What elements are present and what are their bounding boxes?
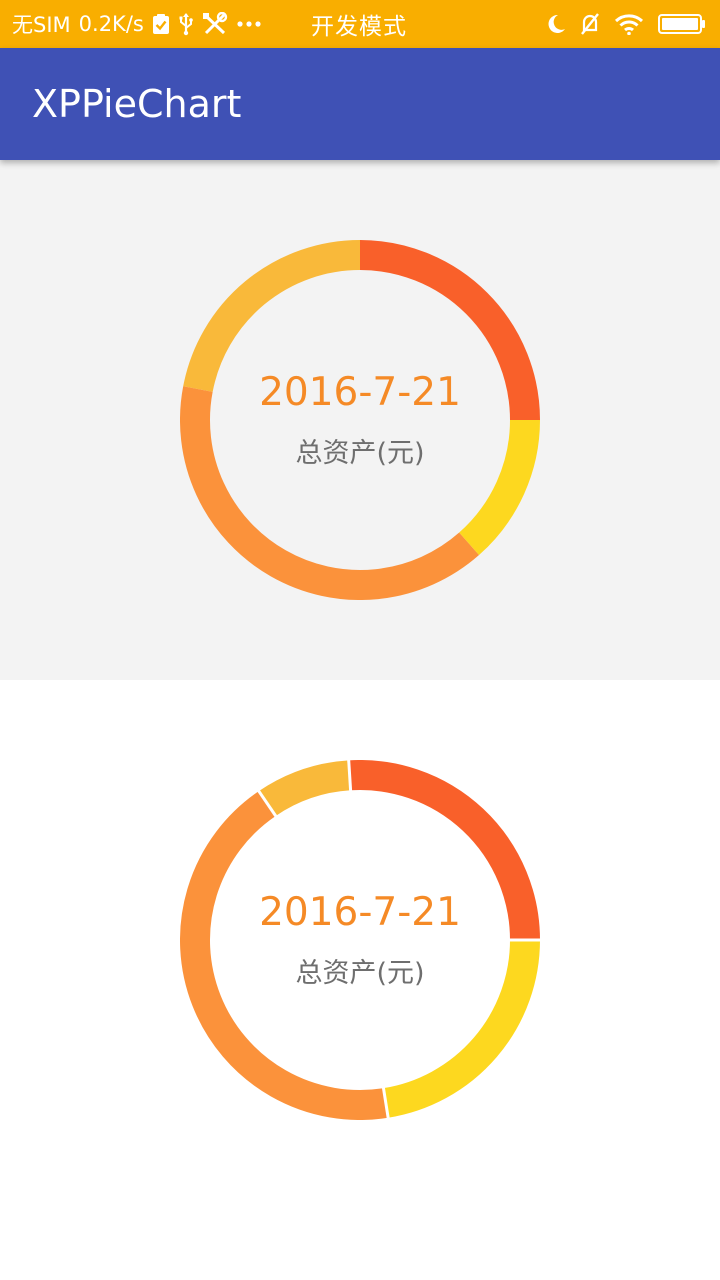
chart-1-center-label: 总资产(元) <box>295 438 425 469</box>
app-bar: XPPieChart <box>0 48 720 160</box>
app-title: XPPieChart <box>32 82 242 126</box>
battery-icon <box>658 13 706 35</box>
donut-2-slice-3[interactable] <box>180 791 389 1120</box>
usb-icon <box>178 12 194 36</box>
carrier-text: 无SIM <box>12 13 71 37</box>
donut-chart-1[interactable]: 2016-7-21 总资产(元) <box>180 240 540 600</box>
chart-2-center-date: 2016-7-21 <box>259 890 461 935</box>
checklist-icon <box>152 13 170 35</box>
donut-chart-1-svg <box>180 240 540 600</box>
donut-chart-2-svg <box>180 760 540 1120</box>
tools-icon <box>202 12 228 36</box>
chart-2-center-label: 总资产(元) <box>295 958 425 989</box>
pie-chart-panel-2: 2016-7-21 总资产(元) <box>0 680 720 1280</box>
status-bar-right <box>546 0 706 48</box>
status-bar-left: 无SIM 0.2K/s <box>12 0 262 48</box>
muted-bell-icon <box>580 13 600 35</box>
wifi-icon <box>614 13 644 35</box>
donut-2-separator-2 <box>347 760 353 792</box>
chart-1-center-date: 2016-7-21 <box>259 370 461 415</box>
developer-mode-label: 开发模式 <box>311 14 407 40</box>
donut-1-slice-3[interactable] <box>180 386 480 600</box>
more-dots-icon <box>236 20 262 28</box>
status-bar: 无SIM 0.2K/s 开发模式 <box>0 0 720 48</box>
moon-icon <box>546 13 566 35</box>
donut-2-slice-2[interactable] <box>258 760 351 817</box>
pie-chart-panel-1: 2016-7-21 总资产(元) <box>0 160 720 680</box>
donut-chart-2[interactable]: 2016-7-21 总资产(元) <box>180 760 540 1120</box>
network-speed-text: 0.2K/s <box>78 12 144 36</box>
